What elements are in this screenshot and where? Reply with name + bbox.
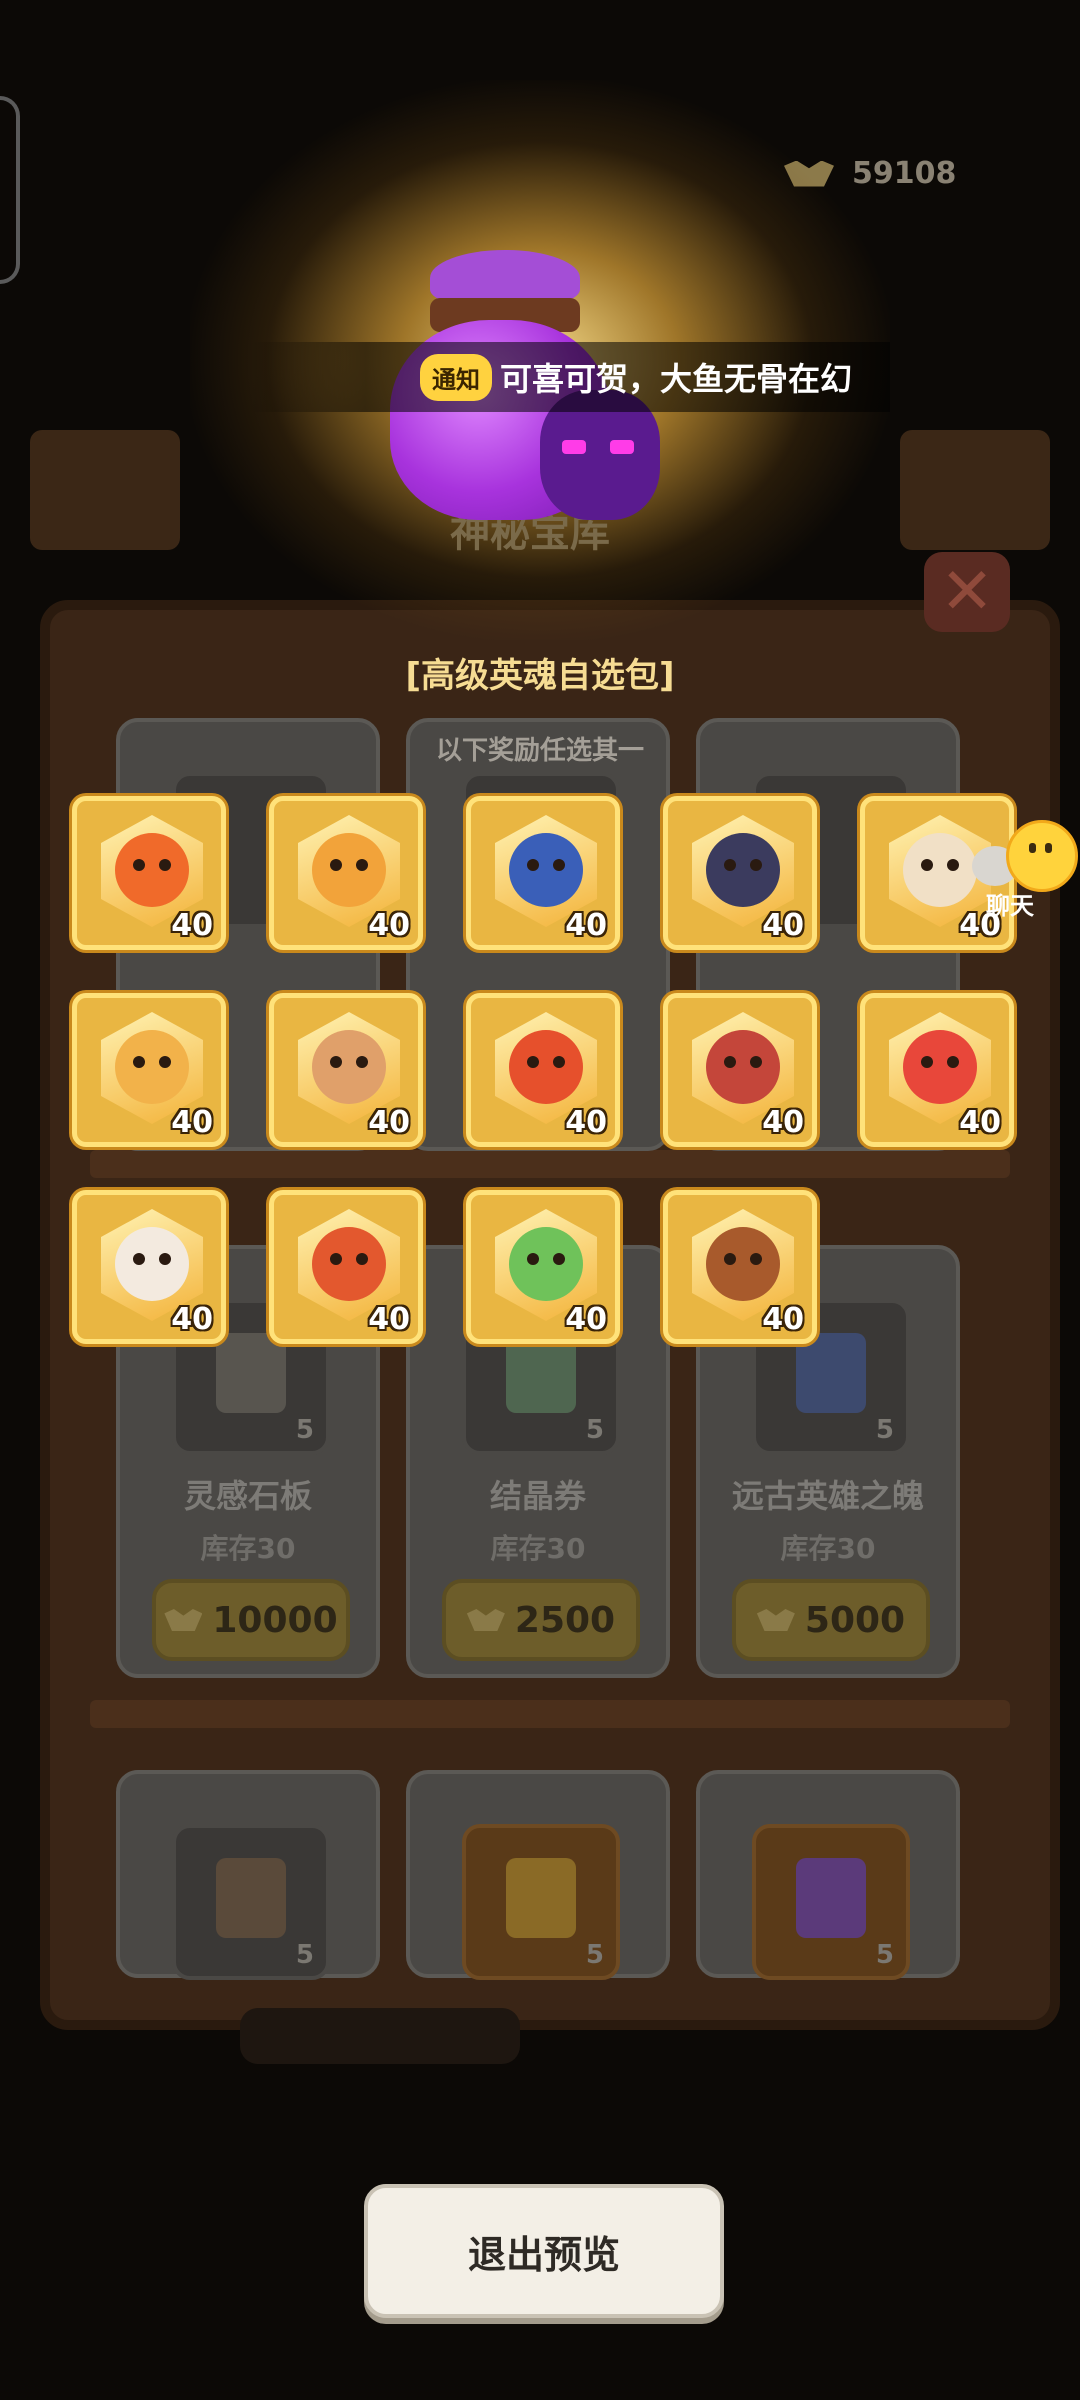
buy-button[interactable]: 5000	[732, 1579, 930, 1661]
item-name: 结晶券	[489, 1477, 586, 1515]
popup-title: [高级英魂自选包]	[405, 656, 675, 696]
item-stock: 库存30	[490, 1532, 586, 1565]
reward-count: 40	[171, 1105, 213, 1140]
notice-message: 可喜可贺，大鱼无骨在幻	[500, 360, 853, 398]
reward-hero-soul[interactable]: 40	[466, 796, 620, 950]
item-qty: 5	[585, 1415, 604, 1445]
shop-item-image: 5	[172, 1824, 330, 1980]
reward-hero-soul[interactable]: 40	[466, 1190, 620, 1344]
crown-coin-icon	[466, 1609, 505, 1631]
popup-subtitle: 以下奖励任选其一	[435, 736, 644, 766]
reward-hero-soul[interactable]: 40	[663, 796, 817, 950]
hero-face-icon	[706, 1227, 780, 1301]
hero-face-icon	[312, 833, 386, 907]
hero-face-icon	[706, 833, 780, 907]
reward-count: 40	[959, 1105, 1001, 1140]
shelf-divider	[90, 1150, 1010, 1178]
reward-count: 40	[171, 908, 213, 943]
shop-card[interactable]: 5	[696, 1770, 960, 1980]
reward-count: 40	[368, 908, 410, 943]
reward-hero-soul[interactable]: 40	[72, 796, 226, 950]
reward-count: 40	[368, 1302, 410, 1337]
reward-count: 40	[762, 908, 804, 943]
item-stock: 库存30	[200, 1532, 296, 1565]
reward-hero-soul[interactable]: 40	[72, 1190, 226, 1344]
item-qty: 5	[585, 1940, 604, 1970]
close-icon[interactable]: ✕	[924, 552, 1010, 632]
hero-face-icon	[115, 833, 189, 907]
hero-face-icon	[509, 1030, 583, 1104]
reward-count: 40	[171, 1302, 213, 1337]
hero-face-icon	[312, 1227, 386, 1301]
item-price: 2500	[514, 1599, 616, 1641]
reward-hero-soul[interactable]: 40	[663, 993, 817, 1147]
smiley-icon	[1006, 820, 1078, 892]
item-qty: 5	[875, 1415, 894, 1445]
item-qty: 5	[295, 1415, 314, 1445]
chat-label: 聊天	[986, 892, 1034, 920]
purple-hero-icon	[796, 1858, 866, 1938]
video-scroll-icon	[216, 1858, 286, 1938]
reward-hero-soul[interactable]: 40	[269, 1190, 423, 1344]
reward-count: 40	[762, 1105, 804, 1140]
currency-display: 59108	[780, 156, 956, 191]
reward-count: 40	[565, 908, 607, 943]
hero-soul-icon	[796, 1333, 866, 1413]
item-stock: 库存30	[780, 1532, 876, 1565]
buy-button[interactable]: 10000	[152, 1579, 350, 1661]
item-price: 5000	[804, 1599, 906, 1641]
reward-hero-soul[interactable]: 40	[269, 993, 423, 1147]
crystal-ticket-icon	[506, 1333, 576, 1413]
cabinet-pillar-right	[900, 430, 1050, 550]
shop-item-image: 5	[462, 1824, 620, 1980]
item-qty: 5	[295, 1940, 314, 1970]
reward-count: 40	[762, 1302, 804, 1337]
shelf-divider	[90, 1700, 1010, 1728]
hero-face-icon	[115, 1030, 189, 1104]
reward-hero-soul[interactable]: 40	[269, 796, 423, 950]
shop-card[interactable]: 5	[116, 1770, 380, 1980]
stone-tablet-icon	[216, 1333, 286, 1413]
crown-coin-icon	[756, 1609, 795, 1631]
chat-button[interactable]: 聊天	[966, 820, 1078, 920]
shop-item-image: 5	[752, 1824, 910, 1980]
reward-count: 40	[565, 1302, 607, 1337]
hero-face-icon	[509, 833, 583, 907]
crown-coin-icon	[164, 1609, 203, 1631]
item-price: 10000	[212, 1599, 338, 1641]
notice-ticker: 通知 可喜可贺，大鱼无骨在幻	[250, 342, 890, 412]
crown-coin-icon	[780, 159, 838, 189]
item-name: 灵感石板	[183, 1477, 312, 1515]
golden-hero-icon	[506, 1858, 576, 1938]
reward-hero-soul[interactable]: 40	[860, 993, 1014, 1147]
currency-value: 59108	[852, 156, 957, 191]
hero-face-icon	[706, 1030, 780, 1104]
reward-hero-soul[interactable]: 40	[466, 993, 620, 1147]
reward-hero-soul[interactable]: 40	[72, 993, 226, 1147]
reward-hero-soul[interactable]: 40	[663, 1190, 817, 1344]
cabinet-pillar-left	[30, 430, 180, 550]
notice-tag: 通知	[420, 353, 492, 401]
item-name: 远古英雄之魄	[731, 1477, 924, 1515]
reward-count: 40	[368, 1105, 410, 1140]
buy-button[interactable]: 2500	[442, 1579, 640, 1661]
side-panel-handle[interactable]	[0, 96, 20, 284]
reward-count: 40	[565, 1105, 607, 1140]
hero-face-icon	[509, 1227, 583, 1301]
exit-preview-button[interactable]: 退出预览	[364, 2184, 724, 2318]
hero-face-icon	[115, 1227, 189, 1301]
bottom-plate	[240, 2008, 520, 2064]
hero-face-icon	[903, 1030, 977, 1104]
hero-face-icon	[312, 1030, 386, 1104]
item-qty: 5	[875, 1940, 894, 1970]
shop-card[interactable]: 5	[406, 1770, 670, 1980]
